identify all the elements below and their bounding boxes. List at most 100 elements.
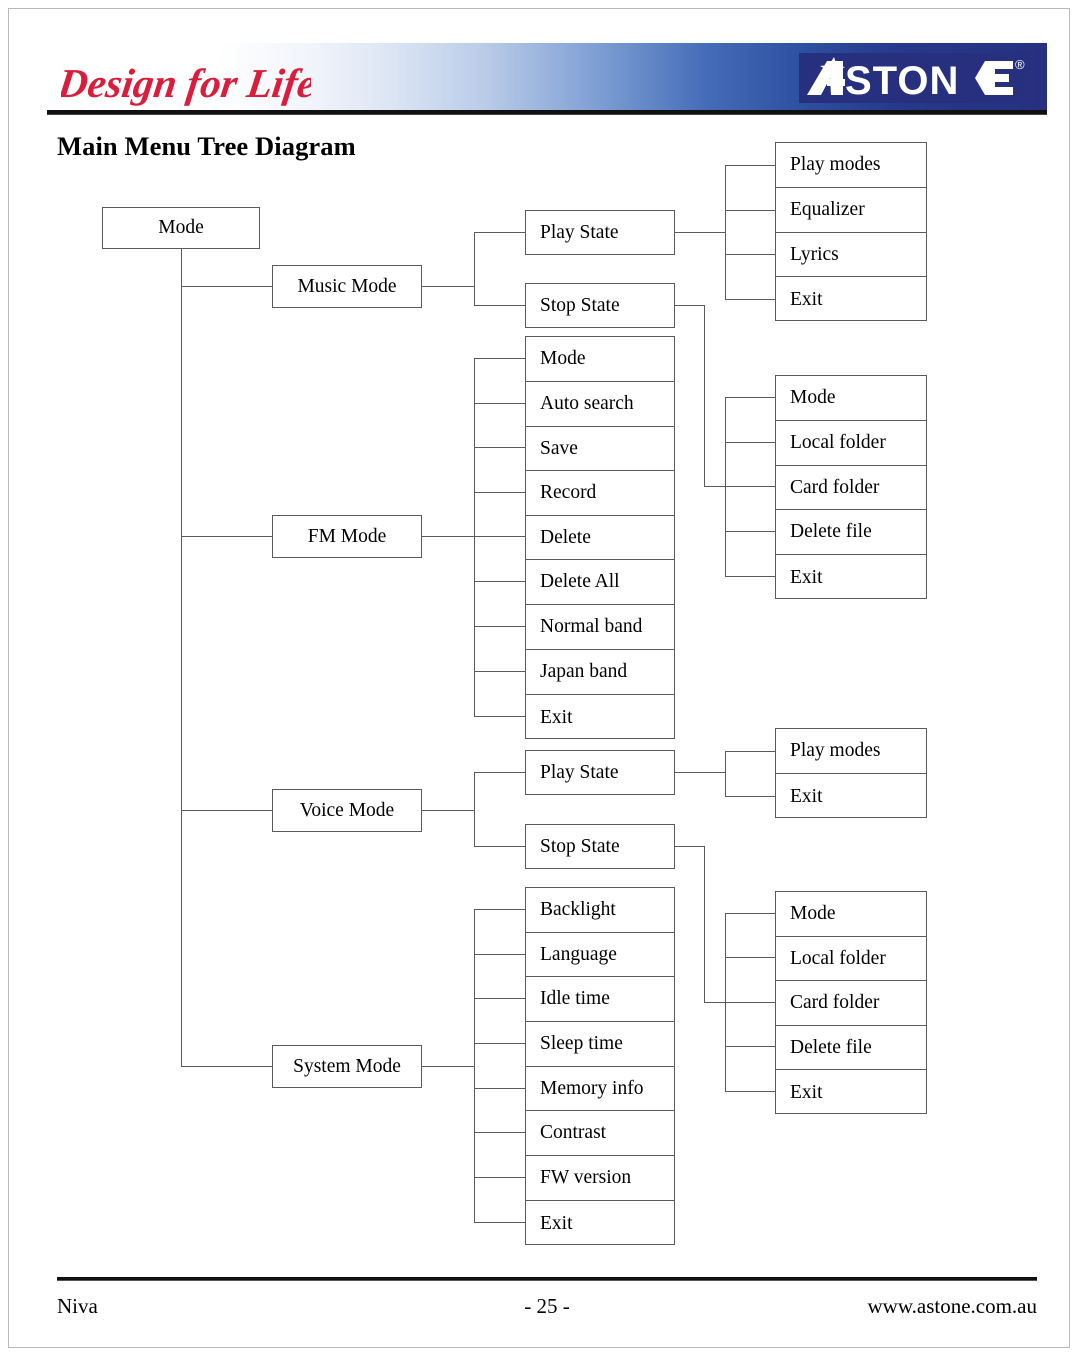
list-item[interactable]: Exit	[776, 555, 926, 600]
fm-stub-3	[474, 447, 525, 448]
music-bracket-to-play-state	[474, 232, 525, 233]
list-item[interactable]: Auto search	[526, 382, 674, 427]
svg-text:®: ®	[1015, 57, 1025, 72]
trunk-stub-music	[181, 286, 272, 287]
node-music-mode[interactable]: Music Mode	[272, 265, 422, 308]
trunk-vertical-line	[181, 249, 182, 1066]
system-stub-6	[474, 1132, 525, 1133]
voice-bracket-to-play-state	[474, 772, 525, 773]
node-voice-mode[interactable]: Voice Mode	[272, 789, 422, 832]
panel-music-play-options: Play modes Equalizer Lyrics Exit	[775, 142, 927, 321]
list-item[interactable]: Record	[526, 471, 674, 516]
node-fm-mode[interactable]: FM Mode	[272, 515, 422, 558]
fm-stub-6	[474, 581, 525, 582]
list-item[interactable]: Delete file	[776, 1026, 926, 1070]
svg-text:STON: STON	[845, 59, 959, 103]
panel-system-options: Backlight Language Idle time Sleep time …	[525, 887, 675, 1245]
voice-stop-join-line	[704, 1002, 725, 1003]
list-item[interactable]: Play modes	[776, 729, 926, 774]
music-bracket-to-stop-state	[474, 305, 525, 306]
node-voice-play-state[interactable]: Play State	[525, 750, 675, 795]
node-music-stop-state[interactable]: Stop State	[525, 283, 675, 328]
list-item[interactable]: Idle time	[526, 977, 674, 1022]
system-out-line	[422, 1066, 474, 1067]
fm-bracket-vertical	[474, 358, 475, 716]
voice-stop-out-line	[675, 846, 704, 847]
list-item[interactable]: Backlight	[526, 888, 674, 933]
voice-stop-stub-2	[725, 957, 775, 958]
fm-out-line	[422, 536, 474, 537]
list-item[interactable]: Exit	[776, 277, 926, 322]
node-label: Mode	[158, 217, 204, 239]
list-item[interactable]: FW version	[526, 1156, 674, 1201]
list-item[interactable]: Exit	[526, 695, 674, 740]
voice-out-line	[422, 810, 474, 811]
list-item[interactable]: Contrast	[526, 1111, 674, 1156]
list-item[interactable]: Memory info	[526, 1067, 674, 1111]
node-label: FM Mode	[307, 525, 387, 547]
panel-music-stop-options: Mode Local folder Card folder Delete fil…	[775, 375, 927, 599]
footer-website-url[interactable]: www.astone.com.au	[867, 1294, 1037, 1319]
list-item[interactable]: Card folder	[776, 981, 926, 1026]
design-for-life-logo: Design for Life	[54, 51, 319, 113]
fm-stub-5	[474, 536, 525, 537]
list-item[interactable]: Local folder	[776, 937, 926, 981]
node-label: Play State	[540, 761, 619, 783]
list-item[interactable]: Exit	[776, 1070, 926, 1115]
node-label: Play State	[540, 221, 619, 243]
main-menu-tree-diagram: Mode Music Mode FM Mode Voice Mode Syste…	[9, 9, 1080, 1367]
list-item[interactable]: Mode	[526, 337, 674, 382]
list-item[interactable]: Save	[526, 427, 674, 471]
music-stop-drop-vertical	[704, 305, 705, 486]
panel-voice-stop-options: Mode Local folder Card folder Delete fil…	[775, 891, 927, 1114]
music-stop-stub-1	[725, 397, 775, 398]
list-item[interactable]: Card folder	[776, 466, 926, 510]
trunk-stub-system	[181, 1066, 272, 1067]
list-item[interactable]: Sleep time	[526, 1022, 674, 1067]
music-stop-stub-2	[725, 442, 775, 443]
fm-stub-4	[474, 492, 525, 493]
list-item[interactable]: Language	[526, 933, 674, 977]
fm-stub-2	[474, 403, 525, 404]
list-item[interactable]: Normal band	[526, 605, 674, 650]
voice-stop-drop-vertical	[704, 846, 705, 1002]
list-item[interactable]: Mode	[776, 892, 926, 937]
list-item[interactable]: Play modes	[776, 143, 926, 188]
system-stub-4	[474, 1043, 525, 1044]
system-stub-3	[474, 998, 525, 999]
list-item[interactable]: Mode	[776, 376, 926, 421]
list-item[interactable]: Local folder	[776, 421, 926, 466]
voice-bracket-vertical	[474, 772, 475, 846]
panel-voice-play-options: Play modes Exit	[775, 728, 927, 818]
list-item[interactable]: Exit	[776, 774, 926, 819]
node-system-mode[interactable]: System Mode	[272, 1045, 422, 1088]
music-play-stub-1	[725, 165, 775, 166]
fm-stub-8	[474, 671, 525, 672]
page-footer: Niva - 25 - www.astone.com.au	[57, 1294, 1037, 1326]
voice-stop-stub-1	[725, 913, 775, 914]
node-label: System Mode	[293, 1055, 401, 1077]
music-play-bracket-vertical	[725, 165, 726, 299]
fm-stub-7	[474, 626, 525, 627]
node-label: Stop State	[540, 294, 620, 316]
list-item[interactable]: Delete All	[526, 560, 674, 605]
voice-play-bracket-vertical	[725, 751, 726, 796]
music-stop-stub-4	[725, 531, 775, 532]
voice-stop-stub-3	[725, 1002, 775, 1003]
fm-stub-1	[474, 358, 525, 359]
system-stub-2	[474, 954, 525, 955]
voice-play-out-line	[675, 772, 725, 773]
list-item[interactable]: Delete	[526, 516, 674, 560]
system-stub-7	[474, 1177, 525, 1178]
node-music-play-state[interactable]: Play State	[525, 210, 675, 255]
list-item[interactable]: Delete file	[776, 510, 926, 555]
list-item[interactable]: Lyrics	[776, 233, 926, 277]
system-stub-5	[474, 1088, 525, 1089]
list-item[interactable]: Equalizer	[776, 188, 926, 233]
voice-bracket-to-stop-state	[474, 846, 525, 847]
node-mode-root[interactable]: Mode	[102, 207, 260, 249]
node-voice-stop-state[interactable]: Stop State	[525, 824, 675, 869]
list-item[interactable]: Japan band	[526, 650, 674, 695]
fm-stub-9	[474, 716, 525, 717]
list-item[interactable]: Exit	[526, 1201, 674, 1246]
